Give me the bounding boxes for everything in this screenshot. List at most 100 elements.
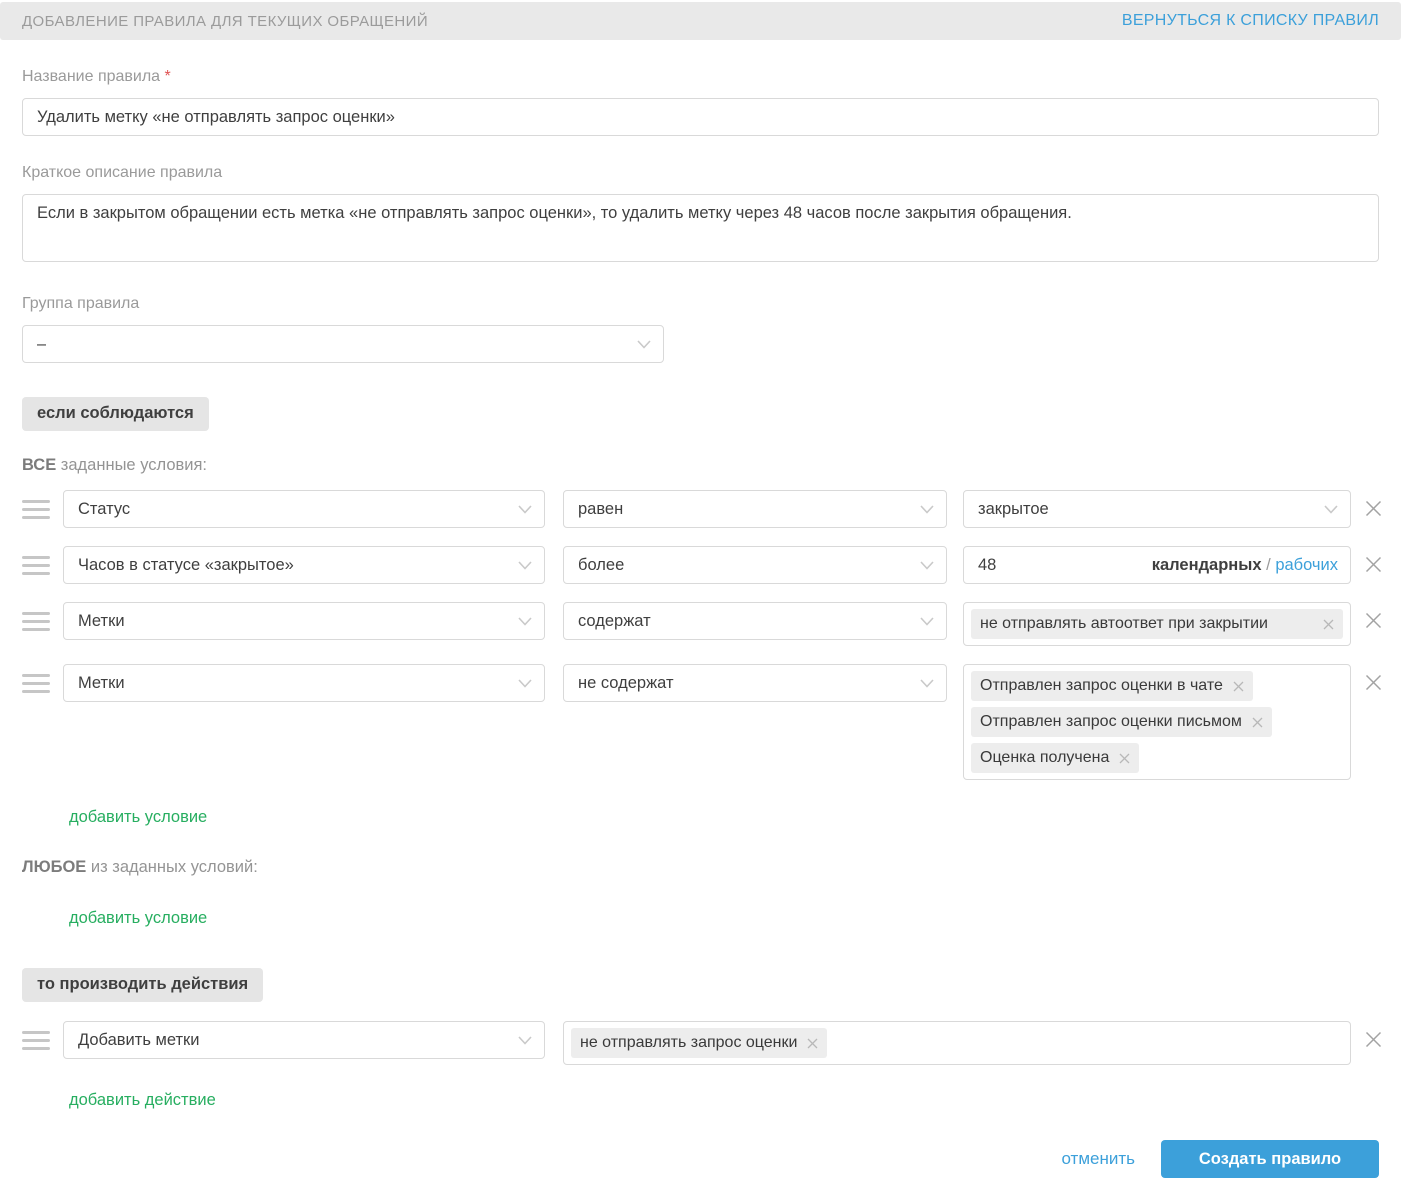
all-conditions-label: ВСЕ заданные условия:	[22, 456, 1379, 475]
chevron-down-icon	[920, 617, 934, 626]
condition-field-select[interactable]: Метки	[63, 602, 545, 640]
chevron-down-icon	[518, 561, 532, 570]
condition-field-select-value: Метки	[78, 612, 125, 631]
drag-handle-icon[interactable]	[22, 612, 50, 631]
rule-description-label: Краткое описание правила	[22, 164, 1379, 182]
close-icon	[1252, 717, 1263, 728]
remove-tag-icon[interactable]	[1233, 681, 1244, 692]
condition-operator-select-value: содержат	[578, 612, 651, 631]
condition-value-select[interactable]: закрытое	[963, 490, 1351, 528]
condition-field-select[interactable]: Часов в статусе «закрытое»	[63, 546, 545, 584]
close-icon	[1365, 674, 1382, 691]
close-icon	[1365, 612, 1382, 629]
tag: Отправлен запрос оценки в чате	[971, 671, 1253, 701]
condition-operator-select[interactable]: не содержат	[563, 664, 947, 702]
page-title: ДОБАВЛЕНИЕ ПРАВИЛА ДЛЯ ТЕКУЩИХ ОБРАЩЕНИЙ	[22, 13, 428, 30]
required-asterisk: *	[165, 68, 171, 85]
tags-input[interactable]: Отправлен запрос оценки в чате Отправлен …	[963, 664, 1351, 780]
condition-row: Статус равен закрытое	[22, 490, 1379, 528]
all-conditions-rows: Статус равен закрытое Часов в статусе «закр…	[22, 490, 1379, 780]
drag-handle-icon[interactable]	[22, 674, 50, 693]
add-condition-link-all[interactable]: добавить условие	[69, 808, 207, 827]
unit-working-toggle[interactable]: рабочих	[1275, 556, 1338, 574]
tag: Отправлен запрос оценки письмом	[971, 707, 1272, 737]
close-icon	[1365, 1031, 1382, 1048]
action-type-select-value: Добавить метки	[78, 1031, 199, 1050]
remove-row-button[interactable]	[1363, 554, 1384, 575]
rule-name-input[interactable]	[22, 98, 1379, 136]
rule-description-textarea[interactable]: Если в закрытом обращении есть метка «не…	[22, 194, 1379, 262]
any-conditions-label: ЛЮБОЕ из заданных условий:	[22, 858, 1379, 877]
action-rows: Добавить метки не отправлять запрос оценк…	[22, 1021, 1379, 1065]
remove-row-button[interactable]	[1363, 498, 1384, 519]
chevron-down-icon	[518, 617, 532, 626]
tag-label: Отправлен запрос оценки письмом	[980, 712, 1242, 732]
tags-input[interactable]: не отправлять запрос оценки	[563, 1021, 1351, 1065]
chevron-down-icon	[518, 1036, 532, 1045]
remove-row-button[interactable]	[1363, 672, 1384, 693]
rule-form: Название правила * Краткое описание прав…	[0, 68, 1401, 1110]
condition-operator-select-value: равен	[578, 500, 623, 519]
remove-tag-icon[interactable]	[1252, 717, 1263, 728]
tag-label: Оценка получена	[980, 748, 1109, 768]
condition-value-select-value: закрытое	[978, 500, 1049, 519]
action-row: Добавить метки не отправлять запрос оценк…	[22, 1021, 1379, 1065]
remove-tag-icon[interactable]	[807, 1038, 818, 1049]
chevron-down-icon	[1324, 505, 1338, 514]
form-footer: отменить Создать правило	[0, 1140, 1401, 1200]
drag-handle-icon[interactable]	[22, 1031, 50, 1050]
drag-handle-icon[interactable]	[22, 556, 50, 575]
add-action-link[interactable]: добавить действие	[69, 1091, 216, 1110]
condition-row: Метки не содержат Отправлен запрос оценки …	[22, 664, 1379, 780]
tags-input[interactable]: не отправлять автоответ при закрытии	[963, 602, 1351, 646]
action-type-select[interactable]: Добавить метки	[63, 1021, 545, 1059]
tag: Оценка получена	[971, 743, 1139, 773]
condition-operator-select[interactable]: содержат	[563, 602, 947, 640]
condition-operator-select[interactable]: равен	[563, 490, 947, 528]
create-rule-button[interactable]: Создать правило	[1161, 1140, 1379, 1178]
condition-operator-select-value: не содержат	[578, 674, 674, 693]
condition-field-select[interactable]: Статус	[63, 490, 545, 528]
remove-row-button[interactable]	[1363, 610, 1384, 631]
condition-row: Часов в статусе «закрытое» более 48 календа…	[22, 546, 1379, 584]
if-conditions-badge: если соблюдаются	[22, 397, 209, 431]
condition-operator-select[interactable]: более	[563, 546, 947, 584]
unit-calendar-toggle[interactable]: календарных	[1152, 556, 1262, 574]
rule-group-value: –	[37, 335, 46, 354]
tag-label: Отправлен запрос оценки в чате	[980, 676, 1223, 696]
drag-handle-icon[interactable]	[22, 500, 50, 519]
rule-group-select[interactable]: –	[22, 325, 664, 363]
close-icon	[1365, 500, 1382, 517]
remove-tag-icon[interactable]	[1119, 753, 1130, 764]
close-icon	[1233, 681, 1244, 692]
chevron-down-icon	[637, 340, 651, 349]
remove-tag-icon[interactable]	[1323, 619, 1334, 630]
rule-group-label: Группа правила	[22, 295, 1379, 313]
hours-value: 48	[978, 556, 996, 575]
remove-row-button[interactable]	[1363, 1029, 1384, 1050]
condition-field-select-value: Статус	[78, 500, 130, 519]
cancel-button[interactable]: отменить	[1061, 1149, 1135, 1169]
tag-label: не отправлять запрос оценки	[580, 1033, 797, 1053]
tag: не отправлять автоответ при закрытии	[971, 609, 1343, 639]
chevron-down-icon	[920, 505, 934, 514]
chevron-down-icon	[518, 679, 532, 688]
condition-field-select-value: Часов в статусе «закрытое»	[78, 556, 294, 575]
condition-row: Метки содержат не отправлять автоответ при…	[22, 602, 1379, 646]
rule-name-label: Название правила *	[22, 68, 1379, 86]
tag: не отправлять запрос оценки	[571, 1028, 827, 1058]
close-icon	[807, 1038, 818, 1049]
condition-field-select[interactable]: Метки	[63, 664, 545, 702]
close-icon	[1119, 753, 1130, 764]
close-icon	[1323, 619, 1334, 630]
condition-value-number[interactable]: 48календарных / рабочих	[963, 546, 1351, 584]
back-to-rules-link[interactable]: ВЕРНУТЬСЯ К СПИСКУ ПРАВИЛ	[1122, 12, 1379, 30]
close-icon	[1365, 556, 1382, 573]
chevron-down-icon	[920, 679, 934, 688]
condition-field-select-value: Метки	[78, 674, 125, 693]
add-condition-link-any[interactable]: добавить условие	[69, 909, 207, 928]
tag-label: не отправлять автоответ при закрытии	[980, 614, 1268, 634]
condition-operator-select-value: более	[578, 556, 624, 575]
chevron-down-icon	[920, 561, 934, 570]
chevron-down-icon	[518, 505, 532, 514]
